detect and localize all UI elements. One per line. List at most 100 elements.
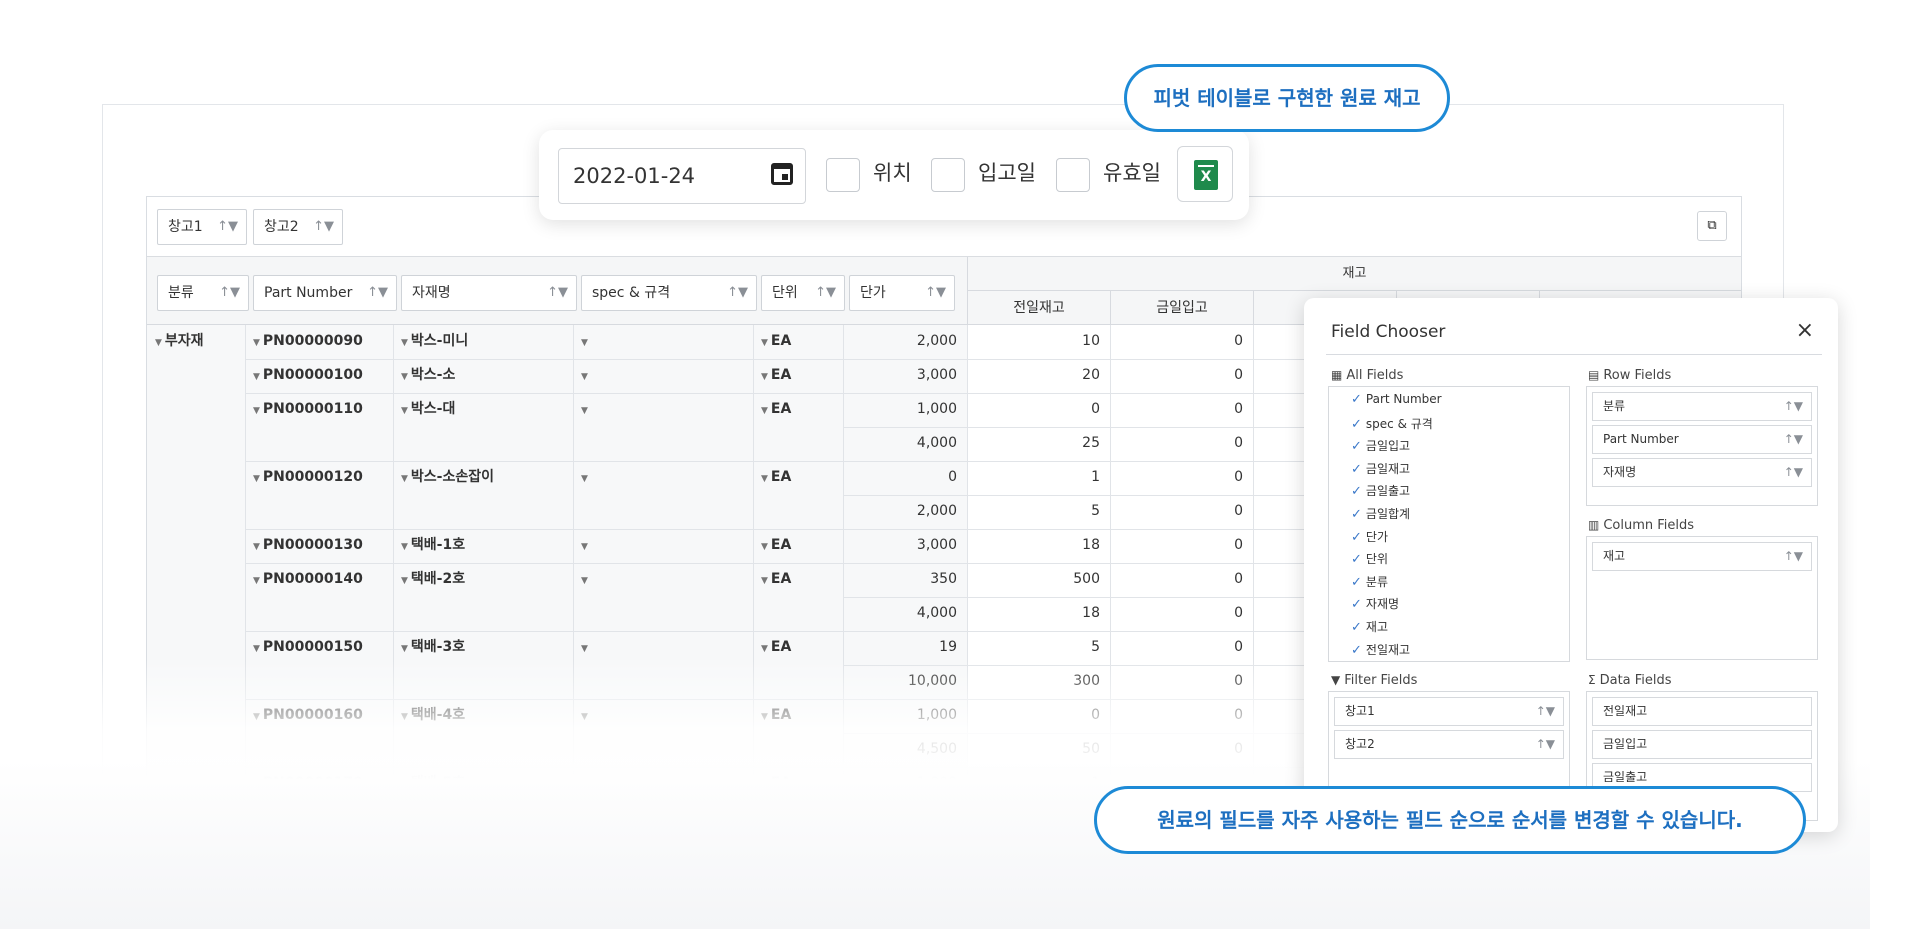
row-field-chip[interactable]: 자재명 ↑▼ [401,275,577,311]
expand-arrow-icon[interactable]: ▼ [761,542,768,552]
checkbox-checked-icon[interactable]: ✓ [1351,392,1362,407]
expand-arrow-icon[interactable]: ▼ [581,372,588,382]
close-icon[interactable]: × [1796,318,1814,343]
checkbox-checked-icon[interactable]: ✓ [1351,484,1362,499]
checkbox-checked-icon[interactable]: ✓ [1351,643,1362,658]
expand-arrow-icon[interactable]: ▼ [401,644,408,654]
field-chip[interactable]: 금일입고 [1592,730,1812,759]
checkbox-checked-icon[interactable]: ✓ [1351,530,1362,545]
checkbox-checked-icon[interactable]: ✓ [1351,439,1362,454]
field-item[interactable]: ✓ 금일출고 [1351,482,1410,499]
sort-filter-icon[interactable]: ↑▼ [547,276,568,310]
field-chip[interactable]: 창고1 ↑▼ [1334,697,1564,726]
sort-filter-icon[interactable]: ↑▼ [367,276,388,310]
sort-filter-icon[interactable]: ↑▼ [727,276,748,310]
field-item[interactable]: ✓ 단가 [1351,528,1388,545]
row-field-chip[interactable]: 단위 ↑▼ [761,275,845,311]
field-chip-label: 창고1 [1345,704,1375,718]
field-chooser-title: Field Chooser [1331,322,1446,342]
checkbox-checked-icon[interactable]: ✓ [1351,417,1362,432]
checkbox-checked-icon[interactable]: ✓ [1351,620,1362,635]
field-item[interactable]: ✓ 전일재고 [1351,641,1410,658]
checkbox-checked-icon[interactable]: ✓ [1351,575,1362,590]
expand-arrow-icon[interactable]: ▼ [155,338,162,348]
field-item[interactable]: ✓ 분류 [1351,573,1388,590]
expand-arrow-icon[interactable]: ▼ [253,474,260,484]
field-chooser-button[interactable]: ⧉ [1697,211,1727,241]
filter-chip-warehouse2[interactable]: 창고2 ↑▼ [253,209,343,245]
receipt-date-checkbox[interactable] [931,158,965,192]
calendar-icon[interactable] [771,163,793,185]
expand-arrow-icon[interactable]: ▼ [761,338,768,348]
column-fields-list[interactable]: 재고 ↑▼ [1586,536,1818,660]
sort-filter-icon[interactable]: ↑▼ [1784,426,1803,453]
expand-arrow-icon[interactable]: ▼ [581,474,588,484]
sort-filter-icon[interactable]: ↑▼ [925,276,946,310]
expand-arrow-icon[interactable]: ▼ [253,372,260,382]
field-chip[interactable]: 창고2 ↑▼ [1334,730,1564,759]
expand-arrow-icon[interactable]: ▼ [761,406,768,416]
row-fields-list[interactable]: 분류 ↑▼ Part Number ↑▼ 자재명 ↑▼ [1586,386,1818,506]
expand-arrow-icon[interactable]: ▼ [581,644,588,654]
field-chip[interactable]: Part Number ↑▼ [1592,425,1812,454]
expand-arrow-icon[interactable]: ▼ [581,338,588,348]
data-column-header[interactable]: 전일재고 [968,291,1111,325]
field-chip[interactable]: 전일재고 [1592,697,1812,726]
sort-filter-icon[interactable]: ↑▼ [815,276,836,310]
field-chip[interactable]: 자재명 ↑▼ [1592,458,1812,487]
sort-filter-icon[interactable]: ↑▼ [219,276,240,310]
expand-arrow-icon[interactable]: ▼ [761,474,768,484]
expiry-date-checkbox[interactable] [1056,158,1090,192]
field-chip[interactable]: 재고 ↑▼ [1592,542,1812,571]
field-item[interactable]: ✓ 금일입고 [1351,437,1410,454]
sort-filter-icon[interactable]: ↑▼ [313,210,334,244]
expand-arrow-icon[interactable]: ▼ [401,474,408,484]
expand-arrow-icon[interactable]: ▼ [253,338,260,348]
sort-filter-icon[interactable]: ↑▼ [1784,393,1803,420]
field-item[interactable]: ✓ 재고 [1351,618,1388,635]
sort-filter-icon[interactable]: ↑▼ [217,210,238,244]
field-item[interactable]: ✓ 단위 [1351,550,1388,567]
expand-arrow-icon[interactable]: ▼ [761,372,768,382]
expand-arrow-icon[interactable]: ▼ [581,542,588,552]
sort-filter-icon[interactable]: ↑▼ [1784,459,1803,486]
expand-arrow-icon[interactable]: ▼ [253,542,260,552]
field-chip[interactable]: 분류 ↑▼ [1592,392,1812,421]
data-column-header[interactable]: 금일입고 [1111,291,1254,325]
row-field-chip[interactable]: 분류 ↑▼ [157,275,249,311]
filter-chip-warehouse1[interactable]: 창고1 ↑▼ [157,209,247,245]
field-item[interactable]: ✓ 자재명 [1351,595,1399,612]
expand-arrow-icon[interactable]: ▼ [581,406,588,416]
field-item[interactable]: ✓ spec & 규격 [1351,415,1433,432]
location-checkbox[interactable] [826,158,860,192]
expand-arrow-icon[interactable]: ▼ [401,576,408,586]
row-field-chip[interactable]: spec & 규격 ↑▼ [581,275,757,311]
expand-arrow-icon[interactable]: ▼ [401,406,408,416]
column-group-header[interactable]: 재고 [968,257,1741,291]
prev-stock-cell: 500 [1073,571,1100,587]
expand-arrow-icon[interactable]: ▼ [253,576,260,586]
row-field-chip[interactable]: 단가 ↑▼ [849,275,955,311]
sort-filter-icon[interactable]: ↑▼ [1784,543,1803,570]
field-item[interactable]: ✓ 금일재고 [1351,460,1410,477]
expand-arrow-icon[interactable]: ▼ [401,338,408,348]
expand-arrow-icon[interactable]: ▼ [761,576,768,586]
expand-arrow-icon[interactable]: ▼ [253,406,260,416]
checkbox-checked-icon[interactable]: ✓ [1351,507,1362,522]
sort-filter-icon[interactable]: ↑▼ [1536,731,1555,758]
checkbox-checked-icon[interactable]: ✓ [1351,462,1362,477]
expand-arrow-icon[interactable]: ▼ [253,644,260,654]
field-item[interactable]: ✓ Part Number [1351,392,1442,407]
checkbox-checked-icon[interactable]: ✓ [1351,552,1362,567]
expand-arrow-icon[interactable]: ▼ [581,576,588,586]
expand-arrow-icon[interactable]: ▼ [401,372,408,382]
expand-arrow-icon[interactable]: ▼ [761,644,768,654]
checkbox-checked-icon[interactable]: ✓ [1351,597,1362,612]
excel-export-button[interactable]: X [1177,146,1233,202]
sort-filter-icon[interactable]: ↑▼ [1536,698,1555,725]
all-fields-list[interactable]: ✓ Part Number ✓ spec & 규격 ✓ 금일입고 ✓ 금일재고 ✓ 금일출고 ✓ 금일… [1328,386,1570,662]
field-item[interactable]: ✓ 금일합계 [1351,505,1410,522]
expand-arrow-icon[interactable]: ▼ [401,542,408,552]
row-field-chip[interactable]: Part Number ↑▼ [253,275,397,311]
date-input[interactable]: 2022-01-24 [558,148,806,204]
